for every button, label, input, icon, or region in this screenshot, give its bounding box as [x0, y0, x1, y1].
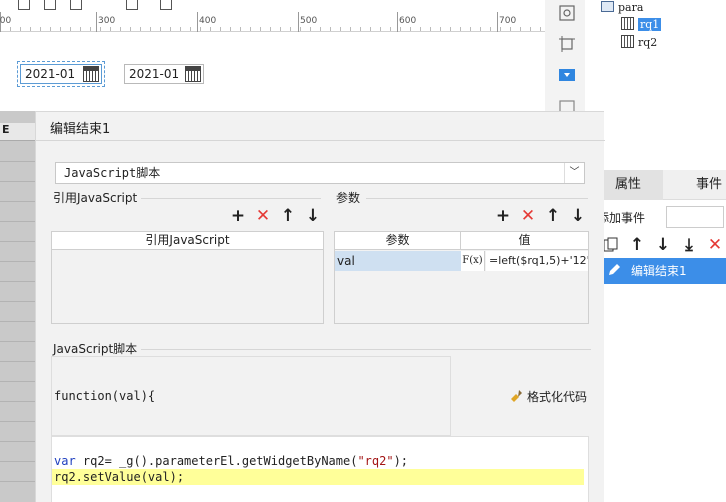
script-type-value: JavaScript脚本 [64, 166, 161, 180]
event-item[interactable]: 编辑结束1 [603, 258, 726, 284]
broom-icon [511, 390, 522, 402]
ruler-label: 500 [300, 16, 318, 26]
ruler-label: 300 [98, 16, 116, 26]
ruler-label: 200 [0, 16, 12, 26]
ruler-label: 400 [199, 16, 217, 26]
column-header[interactable]: E [0, 123, 35, 141]
event-toolbar: ↑ ↓ ⤓ ✕ [603, 234, 726, 256]
copy-icon[interactable] [603, 237, 619, 253]
widget-tree: para rq1 rq2 [585, 0, 726, 170]
toolbar-icon[interactable] [126, 0, 138, 10]
date-widget-value: 2021-01 [25, 67, 76, 81]
delete-icon[interactable]: ✕ [520, 208, 536, 225]
toolbar-icon[interactable] [18, 0, 30, 10]
ref-js-table[interactable]: 引用JavaScript [51, 231, 324, 324]
script-section-label: JavaScript脚本 [53, 342, 138, 356]
horizontal-ruler: 200 300 400 500 600 700 [0, 12, 545, 32]
date-widget-rq1[interactable]: 2021-01 [17, 61, 105, 87]
widget-toolbar [545, 0, 585, 120]
move-up-icon[interactable]: ↑ [280, 208, 296, 225]
event-item-label: 编辑结束1 [631, 264, 687, 278]
move-down-icon[interactable]: ↓ [655, 237, 671, 254]
tab-events[interactable]: 事件 [696, 170, 726, 200]
move-up-icon[interactable]: ↑ [629, 237, 645, 254]
dialog-title: 编辑结束1 [50, 122, 111, 137]
date-widget-value: 2021-01 [129, 67, 180, 81]
code-editor[interactable]: var rq2= _g().parameterEl.getWidgetByNam… [51, 436, 589, 502]
tree-item-label: rq2 [638, 36, 658, 49]
params-header-value: 值 [461, 232, 588, 250]
sheet-column: E [0, 111, 35, 502]
code-line-2: rq2.setValue(val); [52, 469, 584, 485]
ref-js-header: 引用JavaScript [52, 232, 323, 250]
calendar-icon [621, 35, 634, 48]
tree-root-label: para [618, 1, 644, 14]
function-header-area: function(val){ [51, 356, 451, 436]
param-value-cell[interactable]: =left($rq1,5)+'12' [486, 251, 588, 271]
calendar-icon[interactable] [83, 66, 99, 82]
code-line-1: var rq2= _g().parameterEl.getWidgetByNam… [54, 454, 409, 468]
delete-icon[interactable]: ✕ [707, 237, 723, 254]
dropdown-widget-icon[interactable] [559, 67, 575, 83]
script-type-select[interactable]: JavaScript脚本 ﹀ [55, 162, 585, 184]
add-icon[interactable]: + [230, 208, 246, 225]
format-code-label: 格式化代码 [527, 390, 588, 404]
event-edit-dialog: 编辑结束1 JavaScript脚本 ﹀ 引用JavaScript + ✕ ↑ … [35, 111, 605, 502]
ref-section-label: 引用JavaScript [53, 191, 138, 205]
params-header-name: 参数 [335, 232, 461, 250]
ruler-label: 700 [499, 16, 517, 26]
frame-icon[interactable] [559, 36, 575, 52]
function-declaration: function(val){ [54, 389, 156, 403]
params-table: 参数 值 val F(x) =left($rq1,5)+'12' [334, 231, 589, 324]
calendar-icon[interactable] [185, 66, 201, 82]
move-down-icon[interactable]: ↓ [305, 208, 321, 225]
settings-icon[interactable] [559, 5, 575, 21]
panel-tabs: 属性 事件 [603, 170, 726, 200]
move-up-icon[interactable]: ↑ [545, 208, 561, 225]
event-type-select[interactable] [666, 206, 724, 228]
parameter-pane-icon [601, 1, 614, 12]
toolbar-icon[interactable] [70, 0, 82, 10]
format-code-button[interactable]: 格式化代码 [510, 388, 587, 405]
move-bottom-icon[interactable]: ⤓ [681, 237, 697, 254]
toolbar-icon[interactable] [160, 0, 172, 10]
add-icon[interactable]: + [495, 208, 511, 225]
chevron-down-icon[interactable]: ﹀ [564, 163, 584, 183]
design-canvas[interactable]: 2021-01 2021-01 [0, 33, 545, 111]
add-event-label: 添加事件 [597, 211, 646, 225]
date-widget-rq2[interactable]: 2021-01 [124, 64, 204, 84]
tree-root[interactable]: para [601, 0, 643, 16]
param-name-cell[interactable]: val [335, 251, 461, 271]
tree-item-rq1[interactable]: rq1 [621, 17, 662, 33]
move-down-icon[interactable]: ↓ [570, 208, 586, 225]
tree-item-rq2[interactable]: rq2 [621, 35, 657, 51]
tab-properties[interactable]: 属性 [603, 170, 663, 200]
delete-icon[interactable]: ✕ [255, 208, 271, 225]
app-window: 200 300 400 500 600 700 2021-01 2021-01 … [0, 0, 726, 502]
ruler-label: 600 [399, 16, 417, 26]
edit-icon [609, 264, 620, 275]
toolbar-icon[interactable] [44, 0, 56, 10]
params-section-label: 参数 [336, 191, 361, 205]
calendar-icon [621, 17, 634, 30]
tree-item-label: rq1 [638, 18, 662, 31]
toolbar-strip [0, 0, 545, 12]
properties-panel: 属性 事件 添加事件 ↑ ↓ ⤓ ✕ 编辑结束1 [597, 170, 726, 502]
formula-icon[interactable]: F(x) [461, 251, 485, 271]
